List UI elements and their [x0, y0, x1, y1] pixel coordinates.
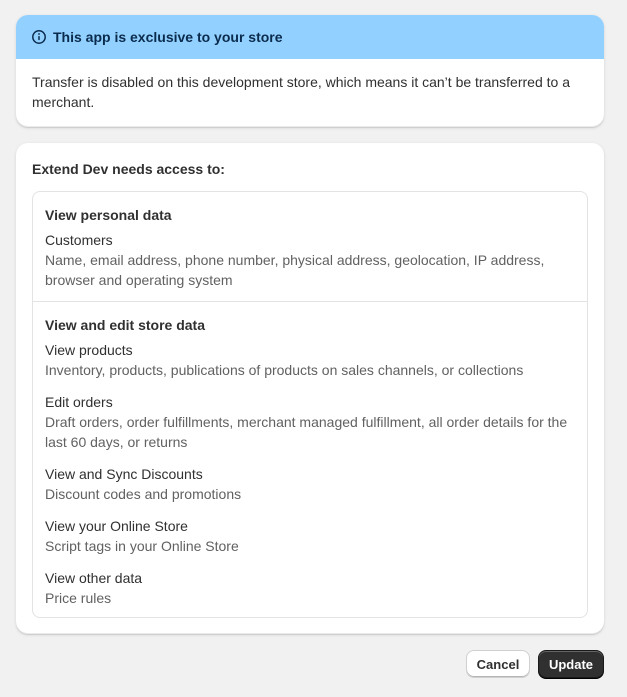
scope-description: Price rules — [45, 590, 112, 606]
scope-description: Discount codes and promotions — [45, 486, 242, 502]
access-scopes-card: Extend Dev needs access to: View persona… — [16, 143, 604, 634]
info-icon — [31, 29, 47, 45]
section-title: View personal data — [45, 207, 172, 223]
section-personal-data: View personal data Customers Name, email… — [33, 192, 587, 301]
scope-edit-orders: Edit orders Draft orders, order fulfillm… — [45, 392, 575, 452]
banner-title: This app is exclusive to your store — [53, 29, 283, 45]
section-store-data: View and edit store data View products I… — [33, 301, 587, 608]
scope-view-products: View products Inventory, products, publi… — [45, 340, 575, 380]
scope-customers: Customers Name, email address, phone num… — [45, 230, 575, 290]
cancel-button[interactable]: Cancel — [466, 650, 530, 678]
exclusive-app-banner: This app is exclusive to your store Tran… — [16, 15, 604, 127]
scope-name: View products — [45, 342, 133, 358]
scope-discounts: View and Sync Discounts Discount codes a… — [45, 464, 575, 504]
scope-name: View your Online Store — [45, 518, 188, 534]
scope-description: Name, email address, phone number, physi… — [45, 252, 545, 288]
banner-header: This app is exclusive to your store — [16, 15, 604, 59]
app-install-page: This app is exclusive to your store Tran… — [0, 0, 627, 697]
banner-message: Transfer is disabled on this development… — [32, 74, 570, 110]
update-button[interactable]: Update — [538, 650, 604, 678]
scope-description: Draft orders, order fulfillments, mercha… — [45, 414, 568, 450]
scope-name: View other data — [45, 570, 143, 586]
section-title: View and edit store data — [45, 317, 206, 333]
scope-name: Edit orders — [45, 394, 113, 410]
access-title: Extend Dev needs access to: — [32, 161, 225, 177]
scope-online-store: View your Online Store Script tags in yo… — [45, 516, 575, 556]
scope-name: View and Sync Discounts — [45, 466, 203, 482]
scopes-list: View personal data Customers Name, email… — [32, 191, 588, 618]
scope-name: Customers — [45, 232, 113, 248]
scope-other-data: View other data Price rules — [45, 568, 575, 608]
scope-description: Script tags in your Online Store — [45, 538, 239, 554]
scope-description: Inventory, products, publications of pro… — [45, 362, 524, 378]
